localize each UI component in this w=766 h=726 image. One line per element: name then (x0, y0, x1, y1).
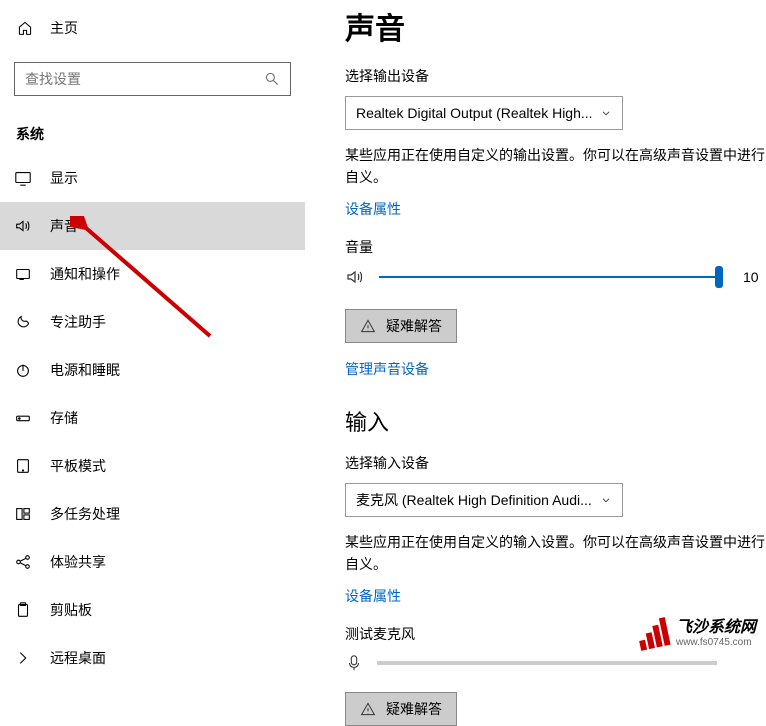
input-device-label: 选择输入设备 (345, 453, 766, 473)
sidebar-item-remote[interactable]: 远程桌面 (0, 634, 305, 682)
sidebar-item-focus[interactable]: 专注助手 (0, 298, 305, 346)
sidebar-item-label: 远程桌面 (50, 648, 106, 668)
notifications-icon (14, 265, 32, 283)
input-device-select[interactable]: 麦克风 (Realtek High Definition Audi... (345, 483, 623, 517)
sidebar-item-label: 存储 (50, 408, 78, 428)
warning-icon (360, 701, 376, 717)
page-title: 声音 (345, 4, 766, 48)
output-device-select[interactable]: Realtek Digital Output (Realtek High... (345, 96, 623, 130)
troubleshoot-label: 疑难解答 (386, 699, 442, 719)
section-label: 系统 (0, 110, 305, 154)
manage-devices-link[interactable]: 管理声音设备 (345, 359, 429, 379)
volume-slider-thumb[interactable] (715, 266, 723, 288)
watermark-logo (635, 617, 670, 651)
sidebar-item-label: 声音 (50, 216, 78, 236)
volume-value: 10 (743, 269, 759, 285)
sidebar-item-label: 通知和操作 (50, 264, 120, 284)
volume-label: 音量 (345, 237, 766, 257)
output-props-link[interactable]: 设备属性 (345, 199, 401, 219)
volume-row: 10 (345, 267, 766, 287)
warning-icon (360, 318, 376, 334)
mic-row (345, 654, 766, 672)
share-icon (14, 553, 32, 571)
search-icon (264, 71, 280, 87)
power-icon (14, 361, 32, 379)
clipboard-icon (14, 601, 32, 619)
home-label: 主页 (50, 18, 78, 38)
sidebar-item-label: 体验共享 (50, 552, 106, 572)
troubleshoot-label: 疑难解答 (386, 316, 442, 336)
sidebar-item-label: 剪贴板 (50, 600, 92, 620)
sidebar-item-storage[interactable]: 存储 (0, 394, 305, 442)
mic-icon (345, 654, 363, 672)
search-box[interactable] (14, 62, 291, 96)
mic-level-bar (377, 661, 717, 665)
output-device-value: Realtek Digital Output (Realtek High... (356, 105, 593, 121)
input-troubleshoot-button[interactable]: 疑难解答 (345, 692, 457, 726)
output-troubleshoot-button[interactable]: 疑难解答 (345, 309, 457, 343)
watermark-title: 飞沙系统网 (676, 619, 756, 637)
volume-slider[interactable] (379, 276, 719, 278)
home-link[interactable]: 主页 (0, 12, 305, 44)
display-icon (14, 169, 32, 187)
output-note: 某些应用正在使用自定义的输出设置。你可以在高级声音设置中进行自义。 (345, 144, 766, 189)
input-device-value: 麦克风 (Realtek High Definition Audi... (356, 490, 592, 510)
sidebar: 主页 系统 显示 声音 通知和操作 专注助手 电源和睡眠 存储 平板模式 多任务 (0, 0, 305, 662)
sound-icon (14, 217, 32, 235)
sidebar-item-label: 电源和睡眠 (50, 360, 120, 380)
focus-icon (14, 313, 32, 331)
sidebar-item-label: 平板模式 (50, 456, 106, 476)
remote-icon (14, 649, 32, 667)
sidebar-item-multitask[interactable]: 多任务处理 (0, 490, 305, 538)
tablet-icon (14, 457, 32, 475)
sidebar-item-notifications[interactable]: 通知和操作 (0, 250, 305, 298)
sidebar-item-share[interactable]: 体验共享 (0, 538, 305, 586)
sidebar-item-clipboard[interactable]: 剪贴板 (0, 586, 305, 634)
sidebar-item-sound[interactable]: 声音 (0, 202, 305, 250)
volume-icon[interactable] (345, 267, 365, 287)
chevron-down-icon (600, 107, 612, 119)
sidebar-item-label: 显示 (50, 168, 78, 188)
output-device-label: 选择输出设备 (345, 66, 766, 86)
sidebar-item-display[interactable]: 显示 (0, 154, 305, 202)
chevron-down-icon (600, 494, 612, 506)
sidebar-item-power[interactable]: 电源和睡眠 (0, 346, 305, 394)
search-input[interactable] (25, 71, 264, 87)
main-content: 声音 选择输出设备 Realtek Digital Output (Realte… (345, 0, 766, 662)
sidebar-item-tablet[interactable]: 平板模式 (0, 442, 305, 490)
multitask-icon (14, 505, 32, 523)
storage-icon (14, 409, 32, 427)
sidebar-item-label: 多任务处理 (50, 504, 120, 524)
home-icon (16, 19, 34, 37)
input-props-link[interactable]: 设备属性 (345, 586, 401, 606)
sidebar-item-label: 专注助手 (50, 312, 106, 332)
watermark-url: www.fs0745.com (676, 637, 756, 648)
input-note: 某些应用正在使用自定义的输入设置。你可以在高级声音设置中进行自义。 (345, 531, 766, 576)
watermark: 飞沙系统网 www.fs0745.com (638, 619, 756, 648)
input-heading: 输入 (345, 405, 766, 437)
